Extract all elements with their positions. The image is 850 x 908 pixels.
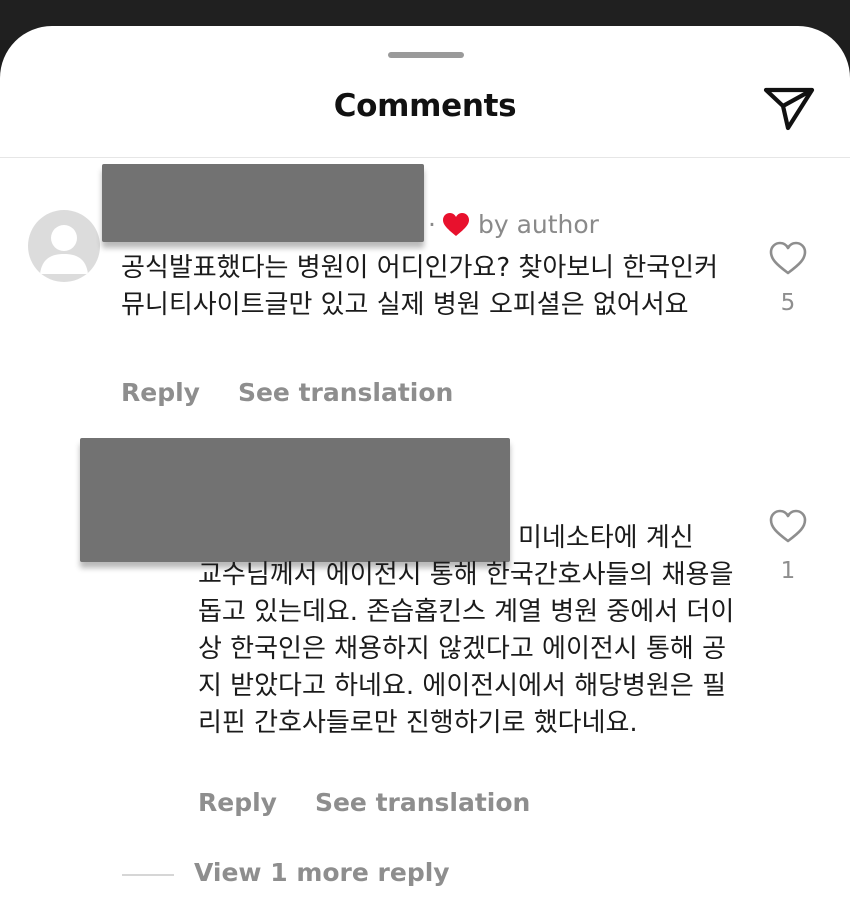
comments-sheet: Comments · by author 공식발표했다는 병원이 어디인가요? … xyxy=(0,26,850,908)
redacted-username xyxy=(80,438,510,562)
redacted-username xyxy=(102,164,424,242)
comment-meta: · by author xyxy=(428,210,599,239)
user-silhouette-icon xyxy=(40,225,88,274)
header-divider xyxy=(0,157,850,158)
like-control: 1 xyxy=(764,508,812,584)
comment-actions: Reply See translation xyxy=(121,378,453,407)
sheet-grab-handle[interactable] xyxy=(388,52,464,58)
replies-divider-line xyxy=(122,874,174,876)
like-control: 5 xyxy=(764,240,812,316)
comment-text-lead: 미네소타에 계신 xyxy=(518,523,694,553)
reply-button[interactable]: Reply xyxy=(198,788,277,817)
reply-button[interactable]: Reply xyxy=(121,378,200,407)
page-title: Comments xyxy=(333,88,517,124)
comment-text: 교수님께서 에이전시 통해 한국간호사들의 채용을 돕고 있는데요. 존습홉킨스… xyxy=(198,560,735,738)
comment-text: 공식발표했다는 병원이 어디인가요? 찾아보니 한국인커뮤니티사이트글만 있고 … xyxy=(121,253,719,320)
see-translation-button[interactable]: See translation xyxy=(238,378,453,407)
like-count: 5 xyxy=(780,290,796,316)
comment-actions: Reply See translation xyxy=(198,788,530,817)
meta-separator: · xyxy=(428,210,436,239)
send-icon[interactable] xyxy=(762,82,816,132)
like-count: 1 xyxy=(780,558,796,584)
liked-by-author-label: by author xyxy=(477,210,599,239)
heart-outline-icon[interactable] xyxy=(768,240,808,276)
author-heart-icon xyxy=(442,212,469,236)
heart-outline-icon[interactable] xyxy=(768,508,808,544)
see-translation-button[interactable]: See translation xyxy=(315,788,530,817)
avatar[interactable] xyxy=(28,210,100,282)
view-more-replies-button[interactable]: View 1 more reply xyxy=(194,858,450,887)
